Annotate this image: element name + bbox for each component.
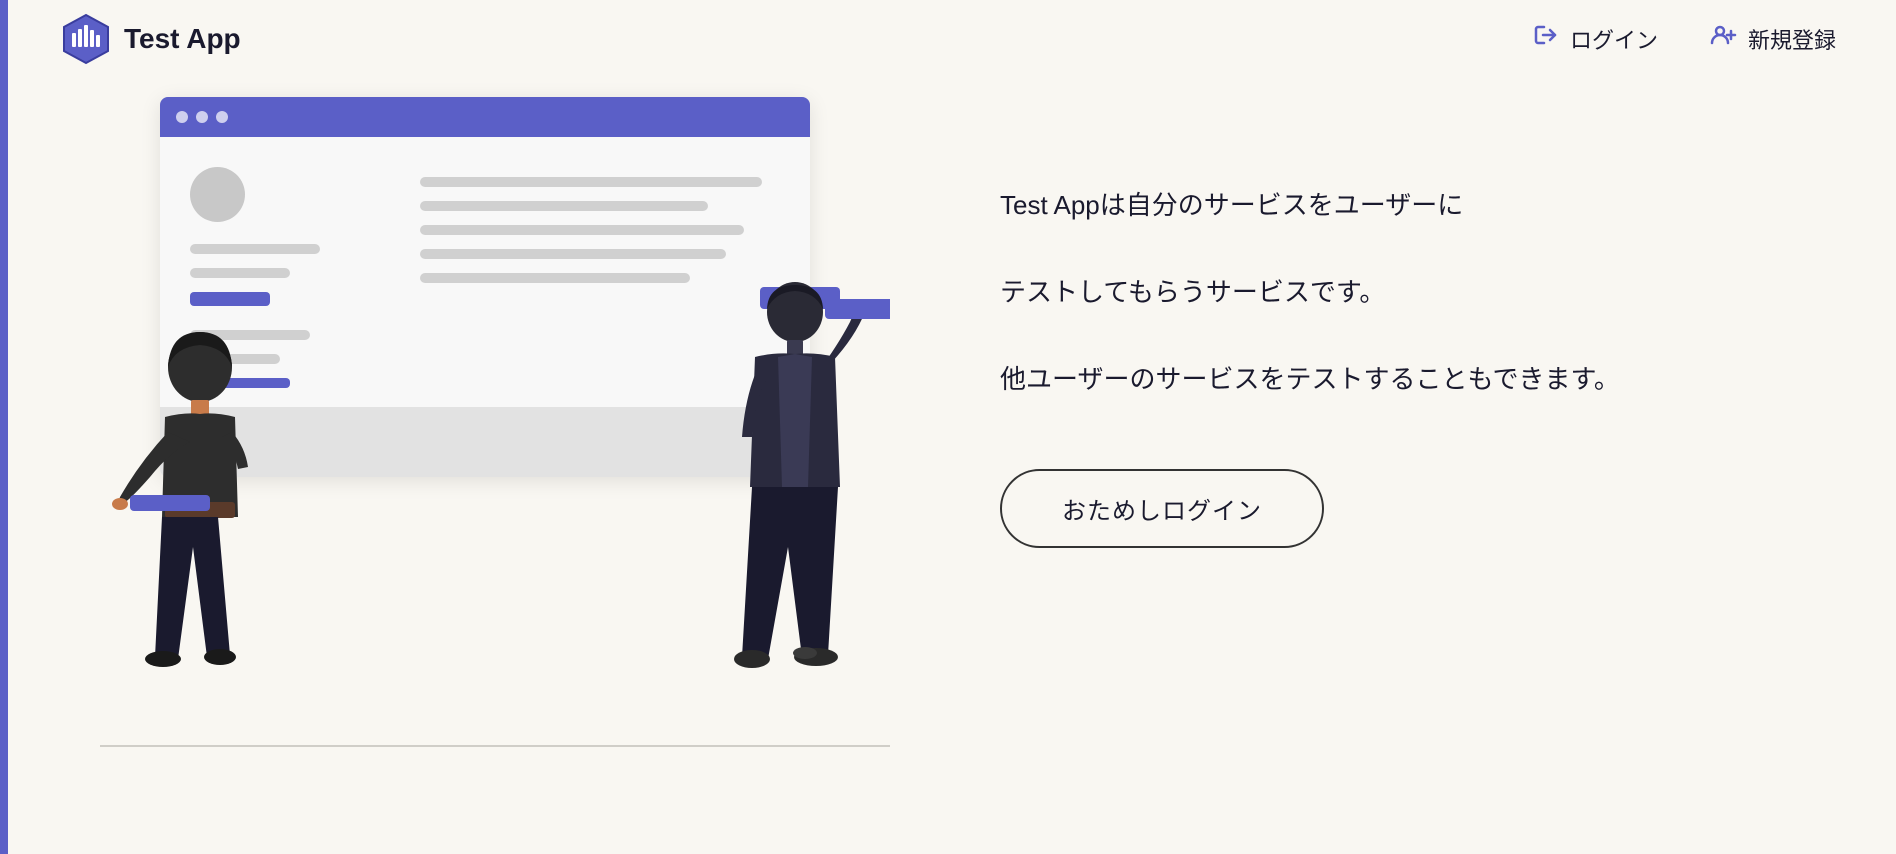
browser-dot-3: [216, 111, 228, 123]
illustration-area: [60, 97, 920, 777]
main-content: Test Appは自分のサービスをユーザーに テストしてもらうサービスです。 他…: [0, 77, 1896, 817]
person-left: [100, 317, 300, 737]
header: Test App ログイン 新規登: [0, 0, 1896, 77]
right-line-3: [420, 225, 744, 235]
logo-area[interactable]: Test App: [60, 13, 241, 65]
browser-dot-1: [176, 111, 188, 123]
right-line-1: [420, 177, 762, 187]
right-line-2: [420, 201, 708, 211]
browser-bar: [160, 97, 810, 137]
header-nav: ログイン 新規登録: [1534, 23, 1836, 55]
content-line-1: [190, 244, 320, 254]
content-line-blue: [190, 292, 270, 306]
person-right: [700, 267, 890, 737]
hero-line-3: 他ユーザーのサービスをテストすることもできます。: [1000, 351, 1776, 408]
app-logo-icon: [60, 13, 112, 65]
ground-line: [100, 745, 890, 747]
woman-illustration: [100, 317, 300, 737]
register-button[interactable]: 新規登録: [1708, 23, 1836, 55]
login-button[interactable]: ログイン: [1534, 23, 1658, 55]
text-area: Test Appは自分のサービスをユーザーに テストしてもらうサービスです。 他…: [920, 97, 1836, 548]
browser-dot-2: [196, 111, 208, 123]
login-label: ログイン: [1570, 23, 1658, 55]
trial-login-button[interactable]: おためしログイン: [1000, 469, 1324, 548]
right-line-5: [420, 273, 690, 283]
register-icon: [1708, 23, 1738, 54]
hero-line-1: Test Appは自分のサービスをユーザーに: [1000, 177, 1776, 234]
avatar-placeholder: [190, 167, 245, 222]
app-name: Test App: [124, 23, 241, 55]
register-label: 新規登録: [1748, 23, 1836, 55]
man-illustration: [700, 267, 890, 737]
right-line-4: [420, 249, 726, 259]
hero-line-2: テストしてもらうサービスです。: [1000, 264, 1776, 321]
login-icon: [1534, 23, 1560, 54]
bottom-accent: [0, 0, 8, 854]
content-line-2: [190, 268, 290, 278]
